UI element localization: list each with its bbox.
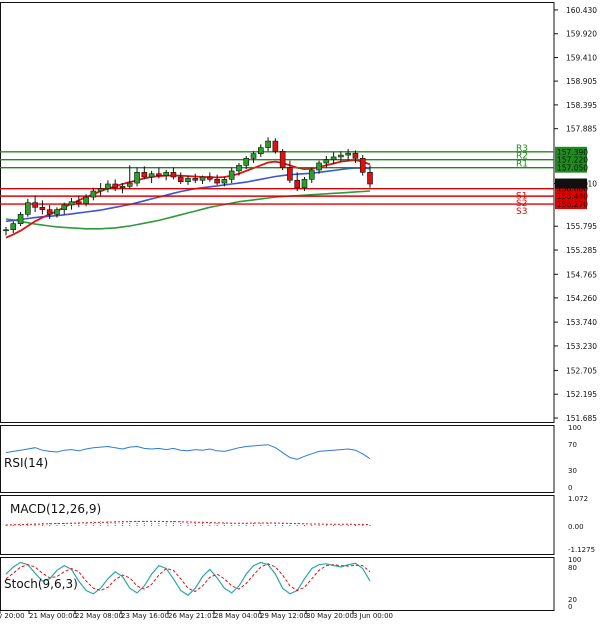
- level-price-label: 157.050: [557, 164, 588, 173]
- level-price-label: 156.270: [557, 200, 588, 209]
- candle: [265, 140, 271, 148]
- x-tick-label: 28 May 04:00: [214, 612, 262, 620]
- candle: [54, 209, 60, 215]
- level-label-r1: R1: [516, 160, 528, 170]
- candle: [32, 202, 38, 208]
- candle: [323, 159, 330, 164]
- rsi-tick-label: 30: [568, 467, 577, 475]
- candle: [243, 158, 250, 166]
- candle: [156, 173, 162, 176]
- candle: [359, 158, 366, 173]
- x-tick-label: 26 May 21:01: [168, 612, 216, 620]
- price-tick-label: 159.410: [566, 54, 597, 63]
- candle: [316, 162, 322, 171]
- stoch-tick-label: 0: [568, 603, 572, 611]
- price-tick-label: 155.795: [566, 222, 597, 231]
- price-tick-label: 153.740: [566, 318, 597, 327]
- macd-tick-label: 1.072: [568, 495, 588, 503]
- level-label-s3: S3: [516, 207, 527, 217]
- candle: [287, 167, 293, 181]
- candle: [170, 172, 177, 178]
- candle: [3, 229, 9, 232]
- candle: [352, 152, 359, 159]
- candle: [141, 172, 148, 178]
- macd-tick-label: -1.1275: [568, 546, 595, 554]
- candle: [148, 173, 155, 178]
- macd-tick-label: 0.00: [568, 523, 584, 531]
- price-tick-label: 152.705: [566, 366, 597, 375]
- x-tick-label: y 20:00: [0, 612, 25, 620]
- x-tick-label: 23 May 16:00: [121, 612, 169, 620]
- rsi-tick-label: 100: [568, 424, 581, 432]
- stoch-title: Stoch(9,6,3): [4, 577, 78, 591]
- candle: [330, 156, 337, 161]
- price-tick-label: 153.230: [566, 342, 597, 351]
- stoch-panel: [0, 557, 555, 611]
- candle: [10, 223, 17, 231]
- price-tick-label: 158.395: [566, 101, 597, 110]
- candle: [185, 178, 191, 182]
- candle: [105, 183, 111, 189]
- candle: [163, 172, 169, 176]
- stoch-tick-label: 80: [568, 564, 577, 572]
- x-tick-label: 30 May 20:00: [306, 612, 354, 620]
- candle: [207, 176, 213, 180]
- stoch-tick-label: 100: [568, 556, 581, 564]
- price-tick-label: 154.765: [566, 270, 597, 279]
- price-tick-label: 158.905: [566, 77, 597, 86]
- candle: [177, 176, 184, 182]
- price-tick-label: 157.885: [566, 125, 597, 134]
- candle: [76, 201, 82, 204]
- candle: [367, 172, 373, 185]
- candle: [228, 170, 235, 180]
- current-price-label: 156.710: [557, 180, 588, 189]
- x-tick-label: 21 May 00:00: [29, 612, 77, 620]
- price-tick-label: 152.195: [566, 390, 597, 399]
- candle: [221, 179, 228, 184]
- candle: [345, 152, 351, 156]
- candle: [308, 169, 315, 180]
- candle: [301, 179, 308, 189]
- candle: [83, 196, 89, 204]
- candle: [134, 172, 140, 184]
- chart-canvas: 160.430 159.920 159.410 158.905 158.395 157.8…: [0, 2, 597, 620]
- candle: [90, 190, 97, 198]
- rsi-title: RSI(14): [4, 456, 48, 470]
- rsi-tick-label: 0: [568, 484, 572, 492]
- price-tick-label: 159.920: [566, 30, 597, 39]
- x-tick-label: 22 May 08:00: [75, 612, 123, 620]
- candle: [250, 153, 257, 159]
- macd-title: MACD(12,26,9): [10, 502, 101, 516]
- candle: [192, 178, 199, 181]
- candle: [25, 202, 31, 215]
- candle: [17, 214, 24, 224]
- candle: [272, 140, 279, 152]
- candle: [214, 179, 220, 184]
- candle: [97, 188, 104, 192]
- candle: [61, 204, 68, 210]
- rsi-tick-label: 70: [568, 441, 577, 449]
- candle: [257, 147, 264, 154]
- candle: [236, 165, 242, 172]
- candle: [294, 179, 301, 189]
- candle: [279, 151, 286, 168]
- candle: [119, 186, 126, 189]
- price-tick-label: 160.430: [566, 6, 597, 15]
- x-tick-label: 3 Jun 00:00: [353, 612, 393, 620]
- candle: [199, 176, 206, 181]
- price-tick-label: 155.285: [566, 246, 597, 255]
- candle: [46, 209, 53, 215]
- rsi-panel: [0, 425, 555, 493]
- candle: [112, 183, 118, 189]
- candle: [338, 154, 344, 158]
- candle: [68, 201, 75, 206]
- candle: [126, 182, 133, 187]
- x-tick-label: 29 May 12:00: [260, 612, 308, 620]
- price-tick-label: 154.260: [566, 294, 597, 303]
- candle: [39, 207, 46, 210]
- price-tick-label: 151.685: [566, 414, 597, 423]
